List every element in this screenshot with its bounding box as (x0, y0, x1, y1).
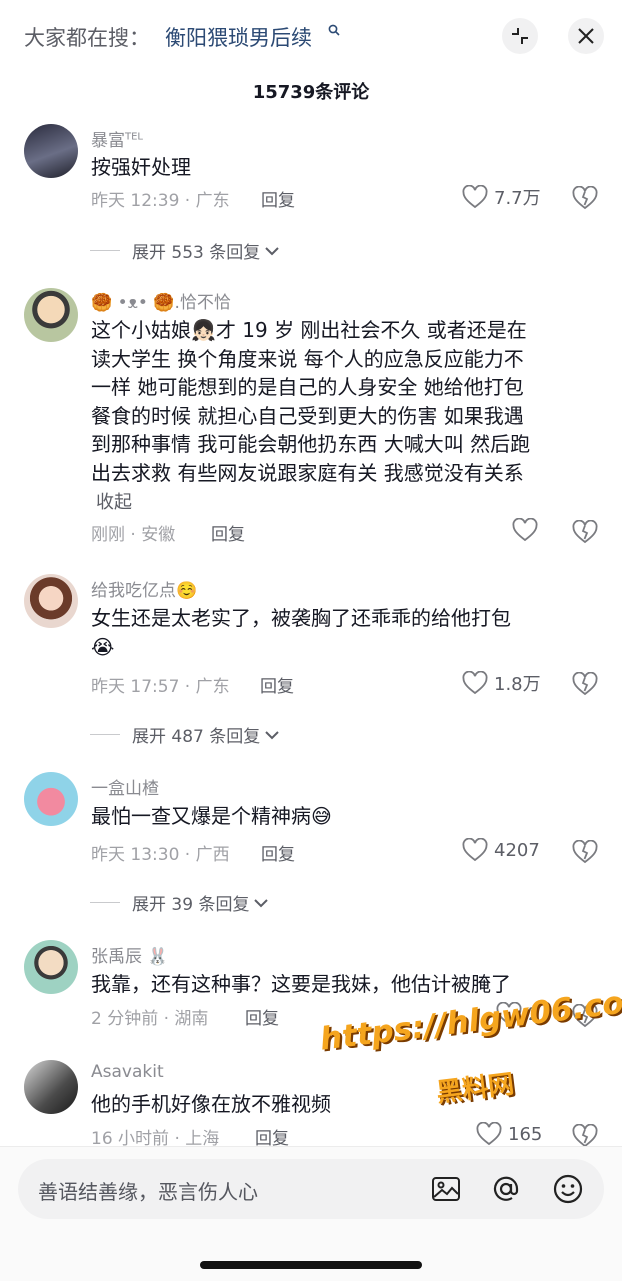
comment-item: 🥮 •ᴥ• 🥮.恰不恰 这个小姑娘👧🏻才 19 岁 刚出社会不久 或者还是在 读… (0, 286, 622, 556)
search-prefix: 大家都在搜： (24, 26, 150, 50)
comment-time-location: 2 分钟前 · 湖南 (91, 1009, 209, 1029)
comment-username[interactable]: 🥮 •ᴥ• 🥮.恰不恰 (91, 288, 231, 313)
comment-username[interactable]: 一盒山楂 (91, 774, 159, 799)
comment-item: 给我吃亿点☺️ 女生还是太老实了，被袭胸了还乖乖的给他打包 😭 昨天 17:57… (0, 572, 622, 752)
heart-icon (496, 1002, 522, 1026)
comment-username[interactable]: Asavakit (91, 1062, 164, 1082)
like-button[interactable]: 2 (496, 1002, 539, 1026)
comment-item: 张禹辰 🐰 我靠，还有这种事？这要是我妹，他估计被腌了 2 分钟前 · 湖南 回… (0, 938, 622, 1038)
comment-text: 他的手机好像在放不雅视频 (91, 1092, 331, 1116)
divider (90, 902, 120, 903)
reply-button[interactable]: 回复 (261, 186, 295, 211)
collapse-button[interactable] (502, 18, 538, 54)
comment-item: Asavakit 他的手机好像在放不雅视频 16 小时前 · 上海 回复 165 (0, 1058, 622, 1149)
comment-text: 女生还是太老实了，被袭胸了还乖乖的给他打包 😭 (91, 606, 511, 659)
comment-input-bar: 善语结善缘，恶言伤人心 (0, 1146, 622, 1281)
search-header: 大家都在搜： 衡阳猥琐男后续 (0, 0, 622, 70)
close-button[interactable] (568, 18, 604, 54)
divider (90, 734, 120, 735)
reply-button[interactable]: 回复 (245, 1004, 279, 1029)
comment-text: 这个小姑娘👧🏻才 19 岁 刚出社会不久 或者还是在 读大学生 换个角度来说 每… (91, 318, 531, 485)
reply-button[interactable]: 回复 (260, 672, 294, 697)
reply-button[interactable]: 回复 (261, 840, 295, 865)
at-icon[interactable] (490, 1173, 522, 1205)
heart-icon (462, 185, 488, 209)
trending-search-link[interactable]: 衡阳猥琐男后续 (165, 22, 312, 52)
comment-input[interactable]: 善语结善缘，恶言伤人心 (18, 1159, 604, 1219)
expand-replies-button[interactable]: 展开 487 条回复 (90, 722, 280, 747)
divider (90, 250, 120, 251)
username-badge: TEL (125, 131, 143, 143)
comment-text: 我靠，还有这种事？这要是我妹，他估计被腌了 (91, 972, 511, 996)
comment-time-location: 刚刚 · 安徽 (91, 525, 176, 545)
reply-button[interactable]: 回复 (211, 520, 245, 545)
home-indicator[interactable] (200, 1261, 422, 1269)
like-count: 1.8万 (494, 674, 541, 695)
avatar[interactable] (24, 288, 78, 342)
like-count: 7.7万 (494, 188, 541, 209)
dislike-heart-icon[interactable] (572, 1124, 598, 1148)
collapse-arrows-icon (512, 28, 528, 44)
comment-count-title: 15739条评论 (252, 82, 370, 103)
dislike-heart-icon[interactable] (572, 520, 598, 544)
comment-text: 最怕一查又爆是个精神病😅 (91, 804, 332, 828)
comment-username[interactable]: 张禹辰 🐰 (91, 942, 169, 967)
comment-text: 按强奸处理 (91, 155, 191, 179)
image-icon[interactable] (430, 1173, 462, 1205)
like-count: 4207 (494, 839, 540, 861)
chevron-down-icon (254, 898, 269, 907)
collapse-text-link[interactable]: 收起 (96, 488, 132, 514)
comment-time-location: 昨天 13:30 · 广西 (91, 845, 230, 865)
heart-icon (462, 671, 488, 695)
comment-time-location: 昨天 17:57 · 广东 (91, 677, 230, 697)
expand-replies-button[interactable]: 展开 553 条回复 (90, 238, 280, 263)
like-button[interactable]: 165 (476, 1122, 542, 1146)
avatar[interactable] (24, 1060, 78, 1114)
heart-icon (462, 838, 488, 862)
expand-replies-button[interactable]: 展开 39 条回复 (90, 890, 269, 915)
comment-input-placeholder: 善语结善缘，恶言伤人心 (38, 1180, 258, 1204)
comment-username[interactable]: 暴富TEL (91, 126, 143, 151)
search-icon[interactable] (328, 24, 340, 36)
avatar[interactable] (24, 772, 78, 826)
heart-icon (476, 1122, 502, 1146)
avatar[interactable] (24, 124, 78, 178)
dislike-heart-icon[interactable] (572, 840, 598, 864)
comment-username[interactable]: 给我吃亿点☺️ (91, 576, 197, 601)
avatar[interactable] (24, 574, 78, 628)
like-button[interactable]: 4207 (462, 838, 540, 862)
like-button[interactable] (512, 518, 544, 542)
emoji-icon[interactable] (552, 1173, 584, 1205)
like-button[interactable]: 1.8万 (462, 670, 541, 696)
close-icon (578, 28, 594, 44)
dislike-heart-icon[interactable] (572, 1004, 598, 1028)
comment-item: 一盒山楂 最怕一查又爆是个精神病😅 昨天 13:30 · 广西 回复 4207 … (0, 770, 622, 920)
comment-item: 暴富TEL 按强奸处理 昨天 12:39 · 广东 回复 7.7万 展开 553… (0, 120, 622, 270)
dislike-heart-icon[interactable] (572, 672, 598, 696)
comment-time-location: 昨天 12:39 · 广东 (91, 191, 230, 211)
chevron-down-icon (265, 730, 279, 739)
avatar[interactable] (24, 940, 78, 994)
heart-icon (512, 518, 538, 542)
chevron-down-icon (265, 246, 279, 255)
like-count: 2 (528, 1003, 540, 1025)
dislike-heart-icon[interactable] (572, 186, 598, 210)
like-button[interactable]: 7.7万 (462, 184, 541, 210)
like-count: 165 (508, 1123, 543, 1145)
